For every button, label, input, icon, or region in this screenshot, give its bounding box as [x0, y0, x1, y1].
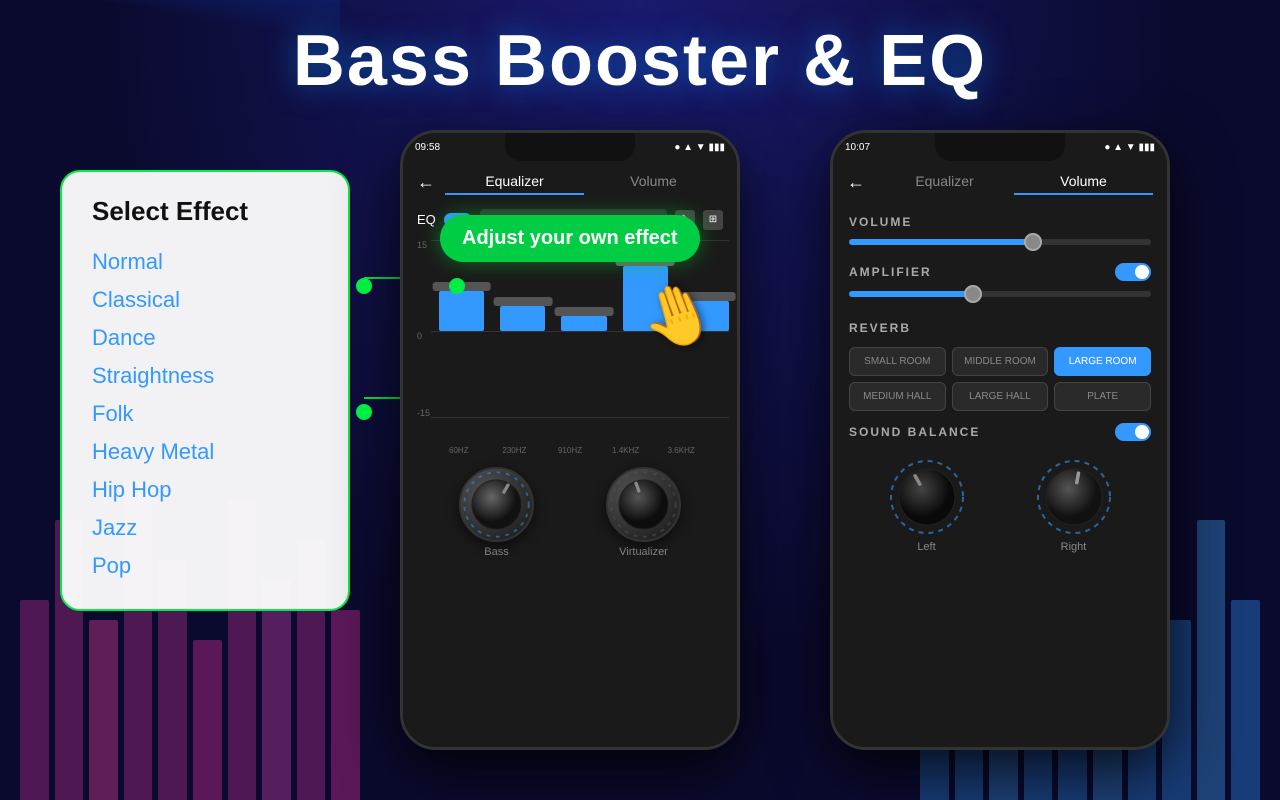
left-knob-container: Left	[887, 457, 967, 553]
reverb-plate[interactable]: PLATE	[1054, 382, 1151, 411]
freq-36khz: 3.6KHZ	[661, 446, 701, 455]
eq-save-icon[interactable]: ⊞	[703, 210, 723, 230]
eq-bar-1-fill	[439, 291, 484, 331]
virtualizer-label: Virtualizer	[619, 546, 668, 558]
effect-item-folk[interactable]: Folk	[92, 395, 318, 433]
right-label: Right	[1061, 541, 1087, 553]
reverb-buttons: SMALL ROOM MIDDLE ROOM LARGE ROOM MEDIUM…	[833, 341, 1167, 417]
effect-item-classical[interactable]: Classical	[92, 281, 318, 319]
tooltip-bubble: Adjust your own effect	[440, 215, 700, 262]
amplifier-slider-fill	[849, 291, 970, 297]
virtualizer-knob-svg	[608, 469, 679, 540]
sound-balance-toggle[interactable]	[1115, 423, 1151, 441]
effect-panel-title: Select Effect	[92, 196, 318, 227]
freq-910hz: 910HZ	[550, 446, 590, 455]
effect-item-pop[interactable]: Pop	[92, 547, 318, 585]
reverb-large-room[interactable]: LARGE ROOM	[1054, 347, 1151, 376]
left-knob-svg	[887, 457, 967, 537]
volume-slider-track[interactable]	[849, 239, 1151, 245]
amplifier-slider-track[interactable]	[849, 291, 1151, 297]
phone1-tab-equalizer[interactable]: Equalizer	[445, 169, 584, 195]
effect-item-hip-hop[interactable]: Hip Hop	[92, 471, 318, 509]
balance-knobs: Left Righ	[833, 447, 1167, 553]
effect-item-heavy-metal[interactable]: Heavy Metal	[92, 433, 318, 471]
volume-slider-fill	[849, 239, 1030, 245]
effect-list: Normal Classical Dance Straightness Folk…	[92, 243, 318, 585]
eq-y-label-mid: 0	[417, 331, 422, 341]
volume-slider-container	[833, 235, 1167, 257]
amplifier-toggle[interactable]	[1115, 263, 1151, 281]
eq-bar-2	[500, 244, 545, 418]
freq-labels: 60HZ 230HZ 910HZ 1.4KHZ 3.6KHZ	[403, 446, 737, 459]
bass-knob[interactable]	[459, 467, 534, 542]
phone2-time: 10:07	[845, 142, 870, 153]
reverb-medium-hall[interactable]: MEDIUM HALL	[849, 382, 946, 411]
phone1-header: ← Equalizer Volume	[403, 161, 737, 203]
reverb-section-header: REVERB	[833, 309, 1167, 341]
phone1-tabs: Equalizer Volume	[445, 169, 723, 195]
eq-bar-3-handle[interactable]	[555, 307, 614, 316]
eq-y-label-bot: -15	[417, 408, 430, 418]
phone2-icons: ● ▲ ▼ ▮▮▮	[1104, 142, 1155, 153]
page-title: Bass Booster & EQ	[0, 20, 1280, 102]
connector-dot-1	[356, 278, 372, 294]
effect-item-dance[interactable]: Dance	[92, 319, 318, 357]
eq-bar-3-fill	[561, 316, 606, 331]
amplifier-slider-thumb[interactable]	[964, 285, 982, 303]
bass-knob-svg	[461, 469, 532, 540]
freq-60hz: 60HZ	[439, 446, 479, 455]
knobs-area: Bass Virt	[403, 459, 737, 558]
eq-bar-3	[561, 244, 606, 418]
eq-bar-2-handle[interactable]	[493, 297, 552, 306]
bass-label: Bass	[484, 546, 508, 558]
phone1-time: 09:58	[415, 142, 440, 153]
reverb-small-room[interactable]: SMALL ROOM	[849, 347, 946, 376]
right-knob-container: Right	[1034, 457, 1114, 553]
volume-slider-thumb[interactable]	[1024, 233, 1042, 251]
effect-panel: Select Effect Normal Classical Dance Str…	[60, 170, 350, 611]
phone2-back-arrow[interactable]: ←	[847, 172, 865, 193]
sound-balance-header: SOUND BALANCE	[849, 425, 980, 439]
amplifier-section-header: AMPLIFIER	[849, 265, 932, 279]
sound-balance-row: SOUND BALANCE	[833, 417, 1167, 447]
phone2-screen: 10:07 ● ▲ ▼ ▮▮▮ ← Equalizer Volume VOLUM…	[833, 133, 1167, 747]
left-label: Left	[917, 541, 935, 553]
connector-dot-2	[356, 404, 372, 420]
left-knob[interactable]	[887, 457, 967, 537]
phone1-back-arrow[interactable]: ←	[417, 172, 435, 193]
virtualizer-knob-container: Virtualizer	[606, 467, 681, 558]
eq-bar-1	[439, 244, 484, 418]
eq-bar-2-fill	[500, 306, 545, 331]
virtualizer-knob[interactable]	[606, 467, 681, 542]
effect-item-straightness[interactable]: Straightness	[92, 357, 318, 395]
tooltip-text: Adjust your own effect	[462, 227, 678, 249]
reverb-middle-room[interactable]: MIDDLE ROOM	[952, 347, 1049, 376]
amplifier-row: AMPLIFIER	[833, 257, 1167, 287]
phone1-icons: ● ▲ ▼ ▮▮▮	[674, 142, 725, 153]
phone2-tab-equalizer[interactable]: Equalizer	[875, 169, 1014, 195]
phone2-header: ← Equalizer Volume	[833, 161, 1167, 203]
effect-item-normal[interactable]: Normal	[92, 243, 318, 281]
bass-knob-container: Bass	[459, 467, 534, 558]
phone2-tab-volume[interactable]: Volume	[1014, 169, 1153, 195]
phone2-notch	[935, 133, 1065, 161]
eq-y-label-top: 15	[417, 240, 427, 250]
freq-14khz: 1.4KHZ	[606, 446, 646, 455]
phone2-tabs: Equalizer Volume	[875, 169, 1153, 195]
connector-dot-3	[449, 278, 465, 294]
right-knob-svg	[1034, 457, 1114, 537]
freq-230hz: 230HZ	[495, 446, 535, 455]
volume-section-header: VOLUME	[833, 203, 1167, 235]
amplifier-slider-container	[833, 287, 1167, 309]
phone1-notch	[505, 133, 635, 161]
right-knob[interactable]	[1034, 457, 1114, 537]
phone1-tab-volume[interactable]: Volume	[584, 169, 723, 195]
reverb-large-hall[interactable]: LARGE HALL	[952, 382, 1049, 411]
eq-label: EQ	[417, 212, 436, 227]
phone2: 10:07 ● ▲ ▼ ▮▮▮ ← Equalizer Volume VOLUM…	[830, 130, 1170, 750]
effect-item-jazz[interactable]: Jazz	[92, 509, 318, 547]
